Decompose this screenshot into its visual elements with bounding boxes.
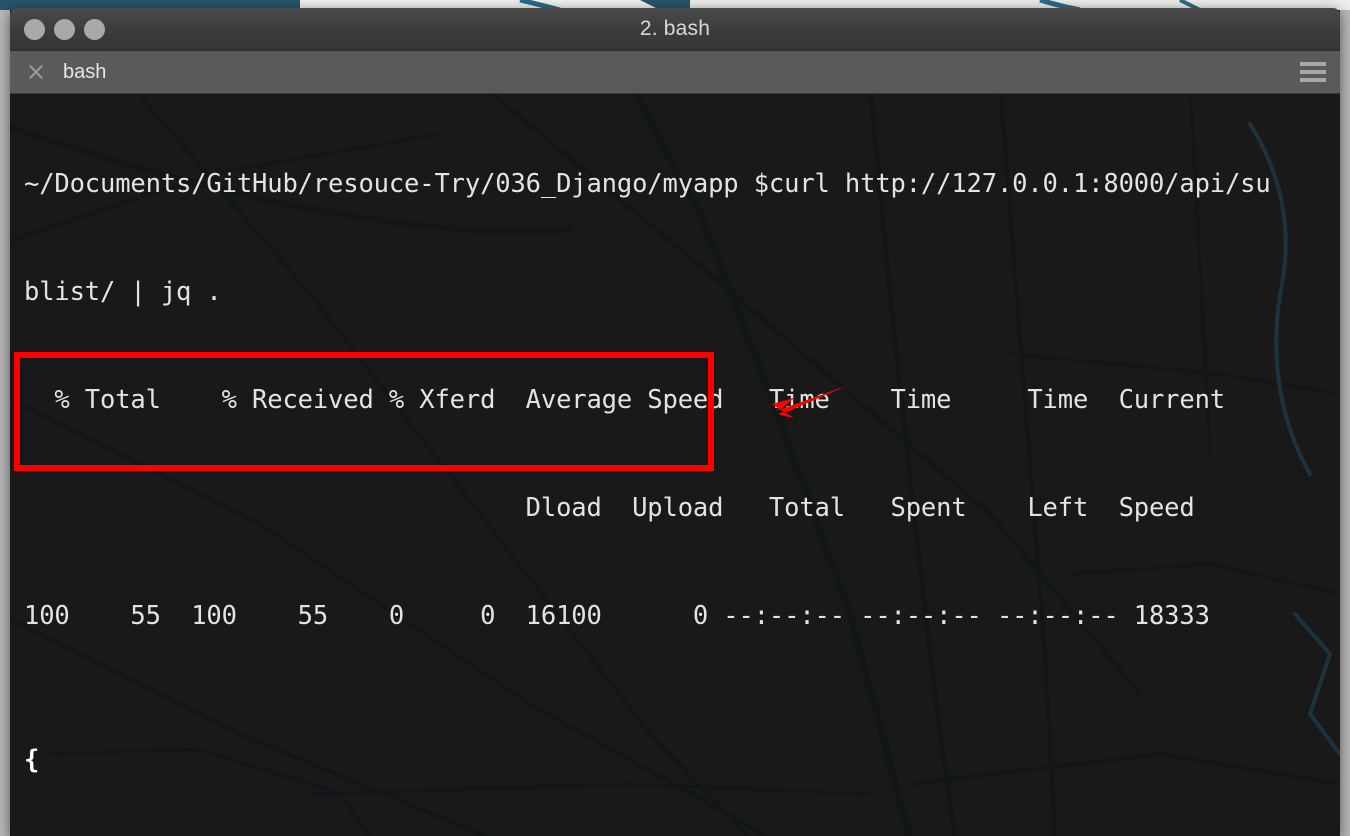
terminal-line: 100 55 100 55 0 0 16100 0 --:--:-- --:--… xyxy=(24,601,1210,631)
window-title: 2. bash xyxy=(639,17,711,40)
hamburger-bar-3 xyxy=(1300,78,1326,82)
hamburger-bar-2 xyxy=(1300,70,1326,74)
terminal-output-area[interactable]: ~/Documents/GitHub/resouce-Try/036_Djang… xyxy=(10,94,1340,836)
window-titlebar[interactable]: 2. bash xyxy=(10,8,1340,51)
close-icon[interactable] xyxy=(27,63,45,81)
minimize-window-button[interactable] xyxy=(54,18,75,40)
terminal-line: % Total % Received % Xferd Average Speed… xyxy=(24,385,1225,415)
terminal-line: Dload Upload Total Spent Left Speed xyxy=(24,493,1195,523)
hamburger-bar-1 xyxy=(1300,62,1326,66)
json-open-brace: { xyxy=(24,745,40,775)
maximize-window-button[interactable] xyxy=(84,18,105,40)
window-controls[interactable] xyxy=(24,8,105,50)
json-open-brace-line: { xyxy=(24,742,1340,778)
terminal-line: blist/ | jq . xyxy=(24,277,222,307)
terminal-text-content: ~/Documents/GitHub/resouce-Try/036_Djang… xyxy=(24,94,1340,836)
hamburger-icon[interactable] xyxy=(1300,62,1326,82)
tab-bash[interactable]: bash xyxy=(63,61,106,84)
tab-bar[interactable]: bash xyxy=(10,51,1340,94)
terminal-line: ~/Documents/GitHub/resouce-Try/036_Djang… xyxy=(24,169,1271,199)
close-window-button[interactable] xyxy=(24,18,45,40)
terminal-window[interactable]: 2. bash bash ~/Documents/GitHub/resouce-… xyxy=(10,8,1340,836)
